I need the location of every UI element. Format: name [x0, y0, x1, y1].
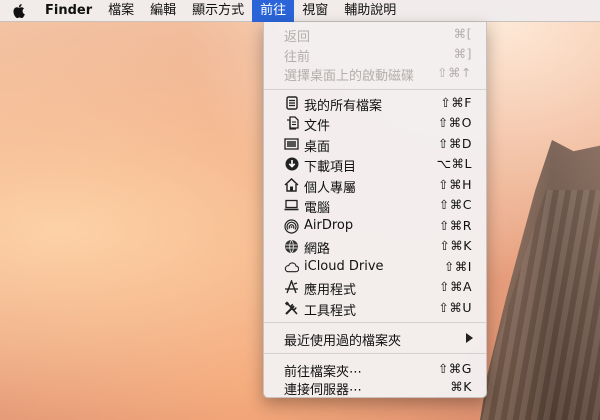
- menu-item-shortcut: ⇧⌘I: [443, 259, 472, 274]
- menu-item-forward[interactable]: 往前 ⌘]: [264, 44, 486, 65]
- menu-item-back[interactable]: 返回 ⌘[: [264, 24, 486, 45]
- menu-window[interactable]: 視窗: [294, 0, 336, 22]
- menu-item-shortcut: ⇧⌘H: [438, 177, 472, 192]
- apple-logo-icon: [12, 3, 25, 18]
- menu-item-utilities[interactable]: 工具程式 ⇧⌘U: [264, 298, 486, 319]
- menu-item-shortcut: ⇧⌘F: [440, 95, 472, 110]
- menu-item-label: 桌面: [304, 140, 331, 155]
- menu-item-icloud-drive[interactable]: iCloud Drive ⇧⌘I: [264, 257, 486, 277]
- menu-item-shortcut: ⇧⌘D: [437, 136, 472, 151]
- menu-item-label: iCloud Drive: [304, 259, 384, 274]
- menu-edit[interactable]: 編輯: [142, 0, 184, 22]
- documents-icon: [284, 116, 299, 130]
- desktop-icon: [284, 137, 299, 151]
- apple-menu[interactable]: [0, 0, 37, 22]
- menu-item-recent-folders[interactable]: 最近使用過的檔案夾: [264, 328, 486, 349]
- airdrop-icon: [284, 218, 299, 234]
- menu-item-downloads[interactable]: 下載項目 ⌥⌘L: [264, 154, 486, 175]
- menu-item-label: 下載項目: [304, 160, 357, 175]
- menu-item-go-to-folder[interactable]: 前往檔案夾⋯ ⇧⌘G: [264, 359, 486, 380]
- menu-item-label: 選擇桌面上的啟動磁碟: [284, 69, 415, 84]
- menu-bar: Finder 檔案 編輯 顯示方式 前往 視窗 輔助說明: [0, 0, 600, 22]
- icloud-icon: [284, 260, 299, 274]
- wallpaper-rock-texture: [480, 190, 600, 420]
- menu-item-label: 應用程式: [304, 283, 357, 298]
- menu-item-shortcut: ⌘]: [453, 46, 472, 61]
- menu-item-home[interactable]: 個人專屬 ⇧⌘H: [264, 175, 486, 196]
- menu-item-shortcut: ⇧⌘K: [439, 238, 472, 253]
- menu-item-label: 個人專屬: [304, 181, 357, 196]
- all-files-icon: [284, 96, 299, 110]
- menu-item-label: 電腦: [304, 201, 331, 216]
- menu-item-computer[interactable]: 電腦 ⇧⌘C: [264, 195, 486, 216]
- menu-item-shortcut: ⇧⌘G: [437, 361, 472, 376]
- menu-item-connect-to-server[interactable]: 連接伺服器⋯ ⌘K: [264, 377, 486, 398]
- menu-item-label: 文件: [304, 119, 331, 134]
- menu-item-shortcut: ⇧⌘C: [438, 197, 472, 212]
- go-menu-dropdown: 返回 ⌘[ 往前 ⌘] 選擇桌面上的啟動磁碟 ⇧⌘↑ 我的所有檔案 ⇧⌘F 文件…: [263, 22, 487, 398]
- menu-item-shortcut: ⇧⌘R: [438, 218, 472, 233]
- menu-item-startup-disk[interactable]: 選擇桌面上的啟動磁碟 ⇧⌘↑: [264, 63, 486, 84]
- menu-item-shortcut: ⇧⌘↑: [437, 65, 472, 80]
- menu-go[interactable]: 前往: [252, 0, 295, 22]
- menu-item-airdrop[interactable]: AirDrop ⇧⌘R: [264, 216, 486, 236]
- menu-item-label: 返回: [284, 30, 311, 45]
- downloads-icon: [284, 157, 299, 171]
- menu-item-desktop[interactable]: 桌面 ⇧⌘D: [264, 134, 486, 155]
- menu-item-all-my-files[interactable]: 我的所有檔案 ⇧⌘F: [264, 93, 486, 114]
- menu-separator: [264, 322, 486, 323]
- menu-finder[interactable]: Finder: [37, 0, 100, 22]
- menu-item-label: AirDrop: [304, 218, 354, 233]
- menu-separator: [264, 353, 486, 354]
- menu-help[interactable]: 輔助說明: [336, 0, 404, 22]
- menu-item-shortcut: ⌘K: [450, 379, 472, 394]
- menu-item-shortcut: ⇧⌘O: [437, 115, 472, 130]
- menu-item-label: 連接伺服器⋯: [284, 383, 363, 398]
- menu-item-documents[interactable]: 文件 ⇧⌘O: [264, 113, 486, 134]
- menu-separator: [264, 89, 486, 90]
- submenu-arrow-icon: [466, 333, 473, 343]
- menu-item-shortcut: ⌥⌘L: [436, 156, 472, 171]
- home-icon: [284, 178, 299, 192]
- menu-item-label: 最近使用過的檔案夾: [284, 334, 402, 349]
- menu-item-label: 網路: [304, 242, 331, 257]
- menu-item-applications[interactable]: 應用程式 ⇧⌘A: [264, 277, 486, 298]
- menu-item-label: 我的所有檔案: [304, 99, 383, 114]
- menu-file[interactable]: 檔案: [100, 0, 142, 22]
- menu-item-shortcut: ⇧⌘U: [438, 300, 472, 315]
- applications-icon: [284, 280, 299, 294]
- menu-item-shortcut: ⌘[: [453, 26, 472, 41]
- menu-item-shortcut: ⇧⌘A: [438, 279, 472, 294]
- menu-item-label: 工具程式: [304, 304, 357, 319]
- network-icon: [284, 239, 299, 253]
- menu-item-network[interactable]: 網路 ⇧⌘K: [264, 236, 486, 257]
- utilities-icon: [284, 300, 299, 315]
- computer-icon: [284, 198, 299, 212]
- menu-view[interactable]: 顯示方式: [184, 0, 252, 22]
